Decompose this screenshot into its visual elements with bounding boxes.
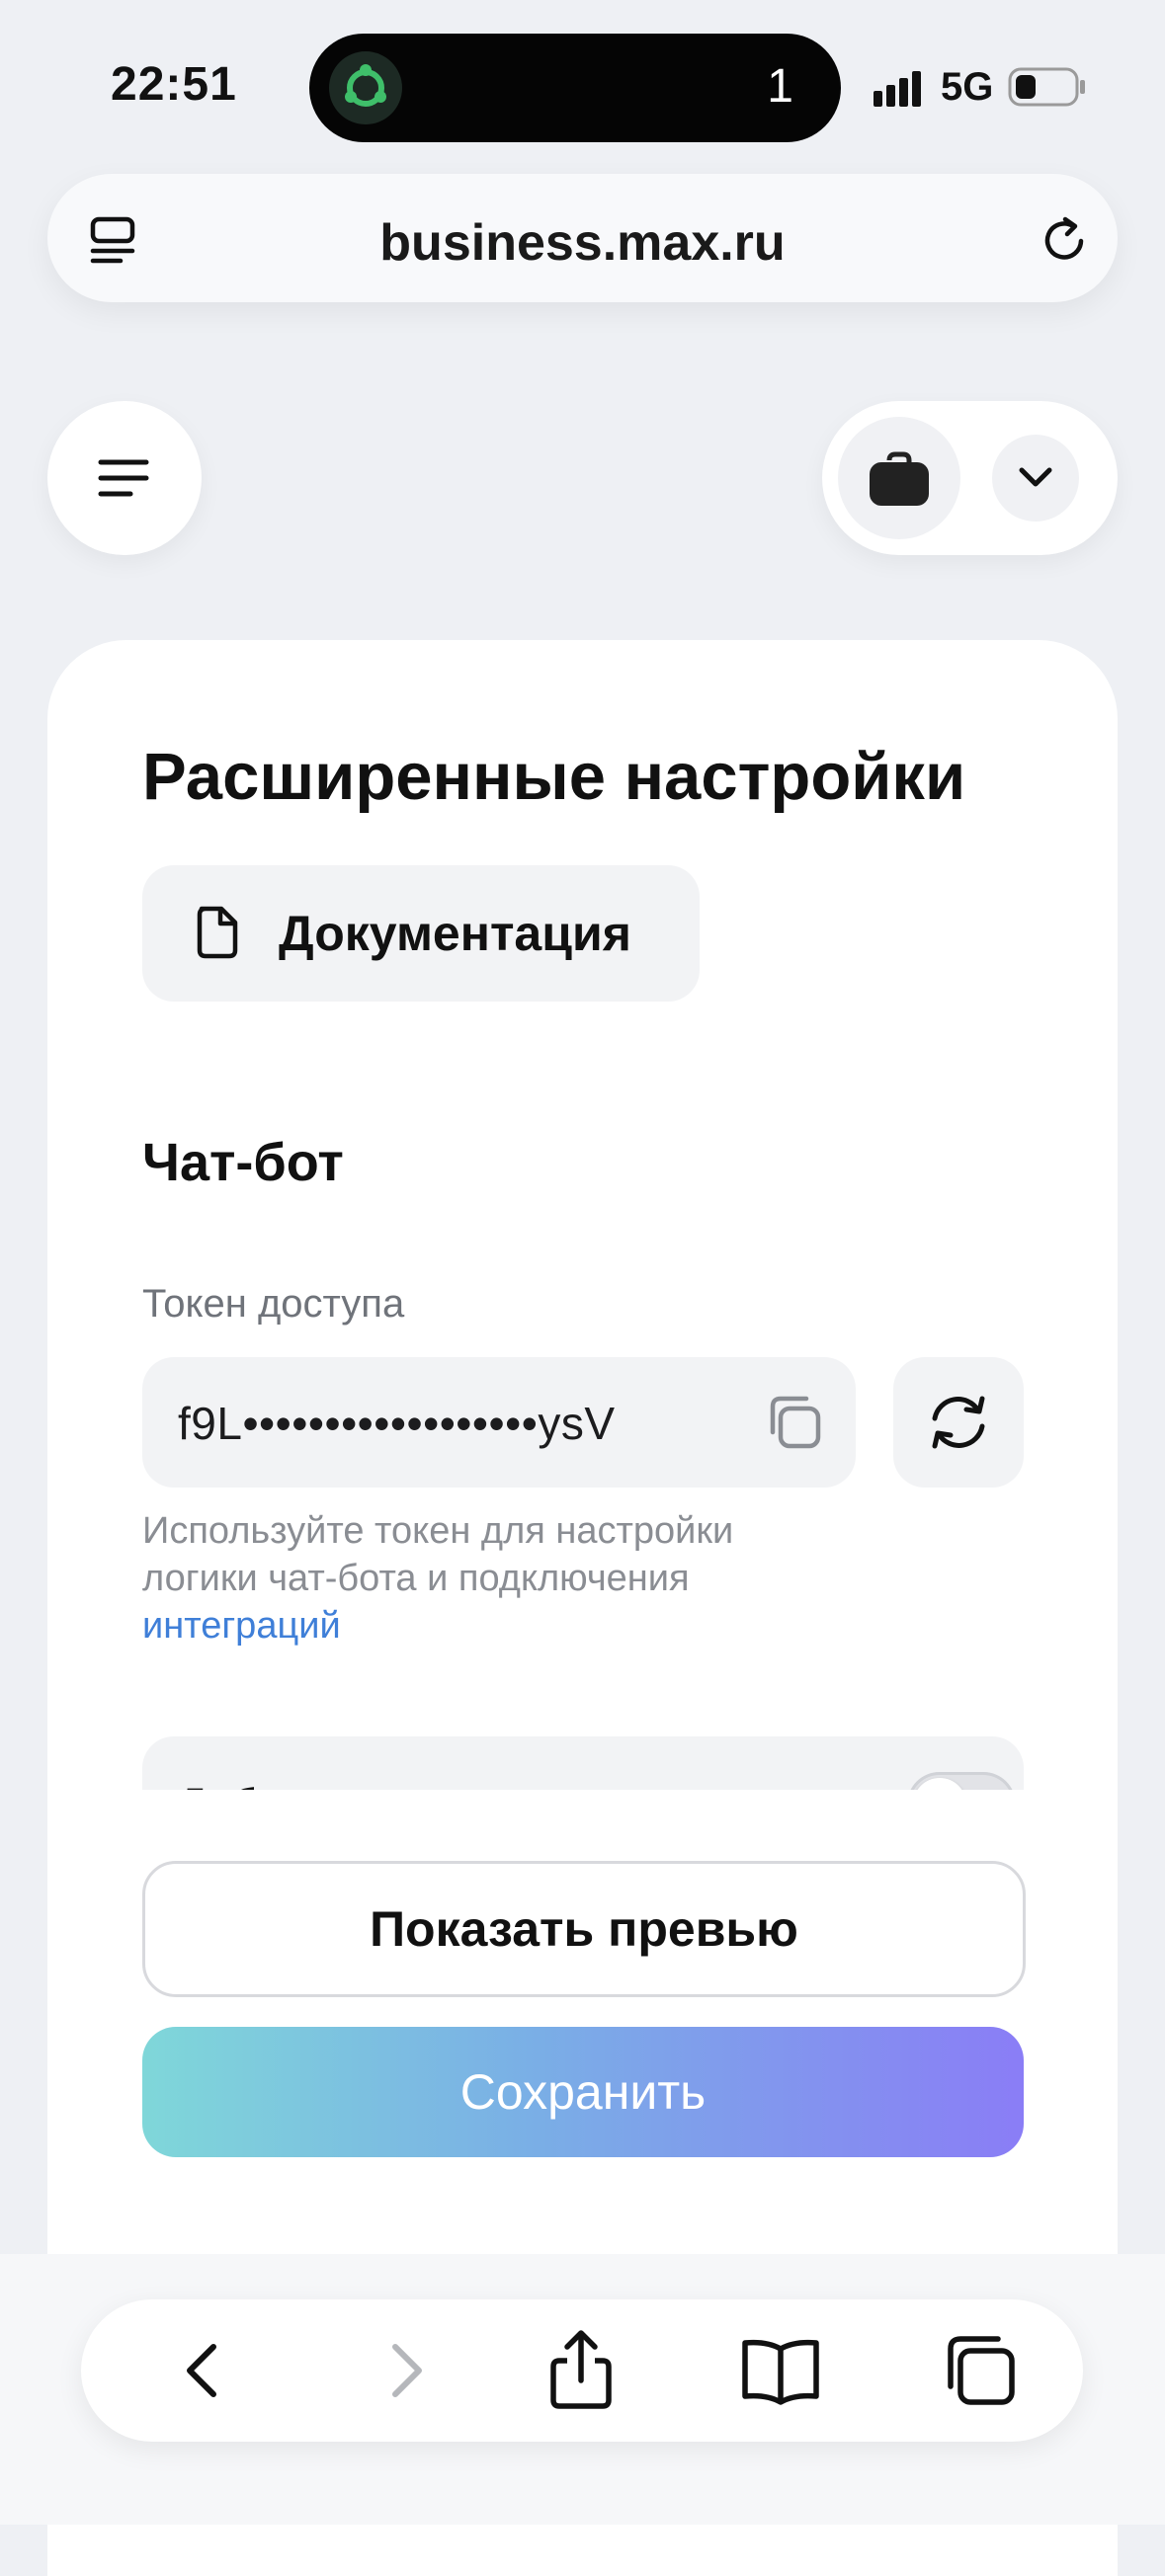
menu-icon bbox=[97, 452, 152, 504]
bookmarks-icon[interactable] bbox=[729, 2319, 832, 2422]
menu-button[interactable] bbox=[47, 401, 202, 555]
account-switcher[interactable] bbox=[822, 401, 1118, 555]
integrations-link[interactable]: интеграций bbox=[142, 1602, 834, 1650]
network-label: 5G bbox=[941, 65, 994, 109]
token-value: f9L••••••••••••••••••ysV bbox=[178, 1398, 616, 1449]
url-text[interactable]: business.max.ru bbox=[47, 213, 1118, 273]
tabs-icon[interactable] bbox=[929, 2319, 1032, 2422]
copy-icon[interactable] bbox=[765, 1393, 824, 1452]
business-avatar[interactable] bbox=[838, 417, 960, 539]
document-icon bbox=[194, 905, 241, 960]
documentation-button[interactable]: Документация bbox=[142, 865, 700, 1002]
share-icon[interactable] bbox=[530, 2319, 632, 2422]
signal-icon bbox=[874, 71, 929, 107]
account-dropdown-button[interactable] bbox=[992, 435, 1079, 522]
island-counter: 1 bbox=[767, 60, 793, 113]
app-activity-icon bbox=[329, 51, 402, 124]
reload-icon[interactable] bbox=[1036, 211, 1093, 269]
battery-icon bbox=[1008, 67, 1087, 107]
page-title: Расширенные настройки bbox=[142, 740, 966, 814]
token-hint-text: Используйте токен для настройки логики ч… bbox=[142, 1510, 734, 1599]
chevron-down-icon bbox=[1016, 460, 1055, 496]
status-time: 22:51 bbox=[111, 58, 237, 111]
forward-icon[interactable] bbox=[354, 2319, 457, 2422]
save-button[interactable]: Сохранить bbox=[142, 2027, 1024, 2157]
address-bar[interactable]: business.max.ru bbox=[47, 174, 1118, 302]
back-icon[interactable] bbox=[152, 2319, 255, 2422]
regenerate-token-button[interactable] bbox=[893, 1357, 1024, 1488]
refresh-icon bbox=[925, 1389, 992, 1456]
section-title: Чат-бот bbox=[142, 1133, 344, 1192]
briefcase-icon bbox=[868, 446, 931, 510]
token-field[interactable]: f9L••••••••••••••••••ysV bbox=[142, 1357, 856, 1488]
preview-button[interactable]: Показать превью bbox=[142, 1861, 1026, 1997]
dynamic-island[interactable]: 1 bbox=[309, 34, 841, 142]
documentation-label: Документация bbox=[279, 906, 631, 961]
token-label: Токен доступа bbox=[142, 1282, 405, 1326]
token-hint: Используйте токен для настройки логики ч… bbox=[142, 1507, 834, 1650]
browser-toolbar bbox=[81, 2299, 1083, 2442]
